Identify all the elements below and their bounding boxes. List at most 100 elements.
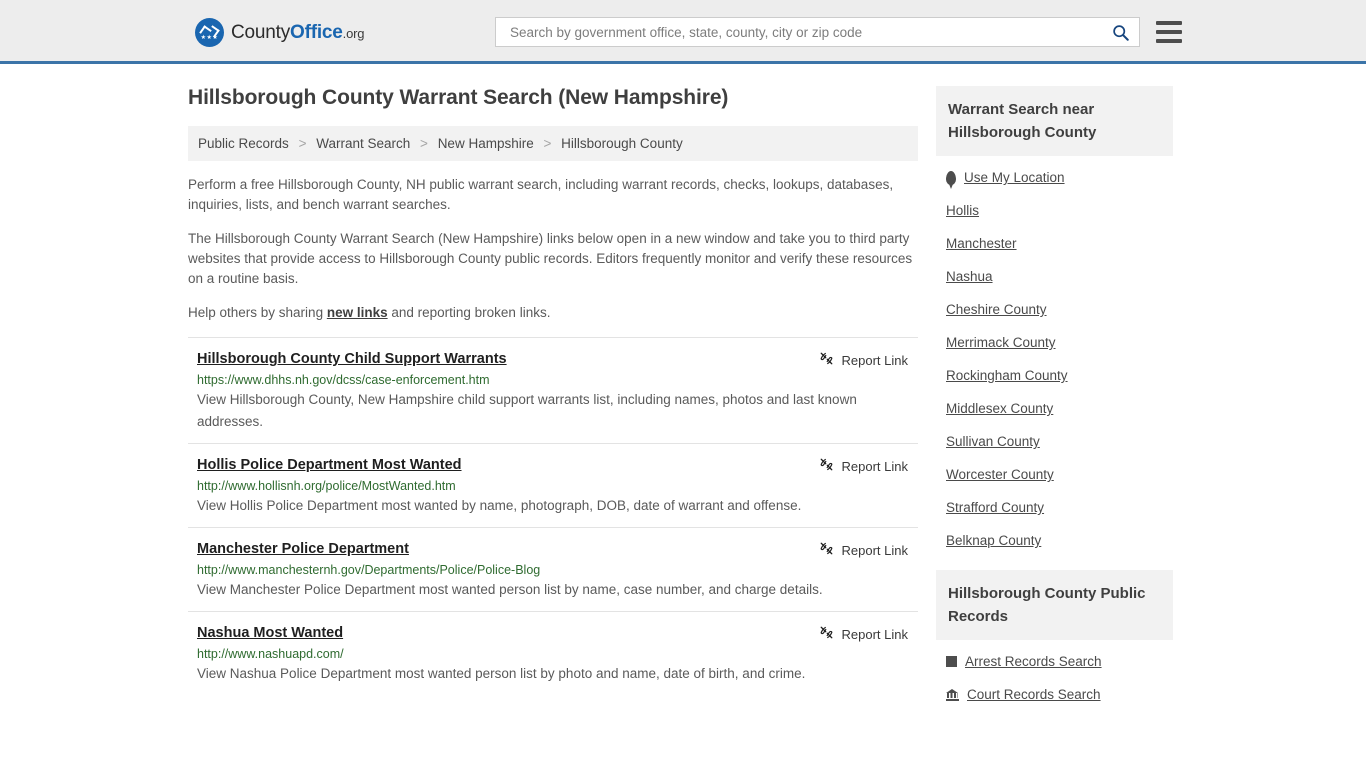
sidebar-nearby-item[interactable]: Nashua: [946, 269, 1173, 284]
result-header: Hollis Police Department Most Wanted Repo…: [197, 457, 918, 475]
result-title-link[interactable]: Nashua Most Wanted: [197, 625, 343, 641]
sidebar-nearby-item[interactable]: Worcester County: [946, 467, 1173, 482]
sidebar-nearby-item[interactable]: Hollis: [946, 203, 1173, 218]
result-url[interactable]: http://www.nashuapd.com/: [197, 647, 918, 661]
content-container: Hillsborough County Warrant Search (New …: [188, 64, 1178, 724]
sidebar-nearby-item[interactable]: Strafford County: [946, 500, 1173, 515]
breadcrumb-item-2[interactable]: New Hampshire: [438, 136, 534, 151]
sidebar-nearby-item[interactable]: Rockingham County: [946, 368, 1173, 383]
new-links-link[interactable]: new links: [327, 305, 388, 320]
result-description: View Nashua Police Department most wante…: [197, 666, 806, 681]
arrest-records-search-link[interactable]: Arrest Records Search: [965, 654, 1102, 669]
intro-paragraph-1: Perform a free Hillsborough County, NH p…: [188, 177, 894, 212]
sidebar-item-court-records-search[interactable]: Court Records Search: [946, 687, 1173, 702]
main-column: Hillsborough County Warrant Search (New …: [188, 86, 918, 724]
results-list: Hillsborough County Child Support Warran…: [188, 337, 918, 695]
eagle-icon: [201, 26, 218, 35]
intro-3-pre: Help others by sharing: [188, 305, 327, 320]
site-header: ★★★ CountyOffice.org: [0, 0, 1366, 64]
result-header: Manchester Police Department Report Link: [197, 541, 918, 559]
breadcrumb: Public Records > Warrant Search > New Ha…: [188, 126, 918, 161]
page-body: Hillsborough County Warrant Search (New …: [0, 64, 1366, 724]
sidebar-item-arrest-records-search[interactable]: Arrest Records Search: [946, 654, 1173, 669]
sidebar-public-records-title: Hillsborough County Public Records: [936, 570, 1173, 640]
intro-paragraph-3: Help others by sharing new links and rep…: [188, 303, 918, 323]
hamburger-bar: [1156, 21, 1182, 25]
breadcrumb-separator: >: [420, 136, 428, 151]
report-link-label: Report Link: [841, 542, 908, 558]
hamburger-menu-icon[interactable]: [1156, 21, 1182, 43]
sidebar-nearby-items: Hollis Manchester Nashua Cheshire County Mer…: [946, 203, 1173, 548]
sidebar-nearby-item[interactable]: Cheshire County: [946, 302, 1173, 317]
logo-text-org: .org: [342, 25, 365, 41]
result-header: Nashua Most Wanted Report Link: [197, 625, 918, 643]
logo-text: CountyOffice.org: [231, 22, 364, 44]
header-search-area: [495, 17, 1182, 47]
hamburger-bar: [1156, 39, 1182, 43]
breadcrumb-separator: >: [298, 136, 307, 151]
square-icon: [946, 656, 957, 667]
result-header: Hillsborough County Child Support Warran…: [197, 351, 918, 369]
sidebar-nearby-item[interactable]: Merrimack County: [946, 335, 1173, 350]
report-link-button[interactable]: Report Link: [819, 625, 918, 643]
search-input[interactable]: [508, 23, 1109, 41]
result-description: View Hillsborough County, New Hampshire …: [197, 392, 857, 429]
court-records-search-link[interactable]: Court Records Search: [967, 687, 1101, 702]
report-link-button[interactable]: Report Link: [819, 541, 918, 559]
sidebar-nearby-item-link[interactable]: Sullivan County: [946, 434, 1040, 449]
sidebar-nearby-item[interactable]: Belknap County: [946, 533, 1173, 548]
sidebar-nearby-item-link[interactable]: Merrimack County: [946, 335, 1056, 350]
result-item: Hollis Police Department Most Wanted Repo…: [188, 443, 918, 527]
result-title-link[interactable]: Hollis Police Department Most Wanted: [197, 457, 462, 473]
sidebar-public-records-list: Arrest Records Search Court Records Sear…: [936, 640, 1173, 724]
breadcrumb-item-1[interactable]: Warrant Search: [316, 136, 410, 151]
sidebar-nearby-item-link[interactable]: Hollis: [946, 203, 979, 218]
page-title: Hillsborough County Warrant Search (New …: [188, 86, 729, 109]
result-item: Hillsborough County Child Support Warran…: [188, 337, 918, 443]
search-icon[interactable]: [1109, 21, 1131, 43]
report-link-label: Report Link: [841, 458, 908, 474]
result-url[interactable]: http://www.hollisnh.org/police/MostWante…: [197, 479, 918, 493]
broken-link-icon: [819, 541, 834, 559]
breadcrumb-item-3[interactable]: Hillsborough County: [561, 136, 683, 151]
broken-link-icon: [819, 625, 834, 643]
sidebar-nearby-item[interactable]: Sullivan County: [946, 434, 1173, 449]
result-title-link[interactable]: Manchester Police Department: [197, 541, 409, 557]
logo-text-county: County: [231, 21, 291, 43]
sidebar-nearby-item-link[interactable]: Rockingham County: [946, 368, 1068, 383]
sidebar-nearby-item-link[interactable]: Cheshire County: [946, 302, 1047, 317]
map-pin-icon: [946, 170, 956, 189]
report-link-button[interactable]: Report Link: [819, 351, 918, 369]
sidebar-nearby-item-link[interactable]: Worcester County: [946, 467, 1054, 482]
result-title-link[interactable]: Hillsborough County Child Support Warran…: [197, 351, 507, 367]
result-description: View Manchester Police Department most w…: [197, 582, 823, 597]
county-office-emblem-icon: ★★★: [195, 18, 224, 47]
result-item: Manchester Police Department Report Link h…: [188, 527, 918, 611]
broken-link-icon: [819, 351, 834, 369]
logo-text-office: Office: [290, 21, 343, 43]
courthouse-icon: [946, 688, 959, 701]
breadcrumb-item-0[interactable]: Public Records: [198, 136, 289, 151]
use-my-location-link[interactable]: Use My Location: [964, 170, 1065, 185]
result-description: View Hollis Police Department most wante…: [197, 498, 802, 513]
intro-paragraph-2: The Hillsborough County Warrant Search (…: [188, 231, 913, 286]
sidebar-item-use-my-location[interactable]: Use My Location: [946, 170, 1173, 189]
search-box[interactable]: [495, 17, 1140, 47]
report-link-label: Report Link: [841, 626, 908, 642]
intro-3-post: and reporting broken links.: [387, 305, 551, 320]
sidebar-nearby-item[interactable]: Manchester: [946, 236, 1173, 251]
sidebar-nearby-item-link[interactable]: Manchester: [946, 236, 1017, 251]
result-url[interactable]: http://www.manchesternh.gov/Departments/…: [197, 563, 918, 577]
sidebar-nearby-title: Warrant Search near Hillsborough County: [936, 86, 1173, 156]
site-logo[interactable]: ★★★ CountyOffice.org: [195, 18, 364, 47]
sidebar: Warrant Search near Hillsborough County …: [936, 86, 1173, 724]
sidebar-nearby-item-link[interactable]: Nashua: [946, 269, 993, 284]
breadcrumb-separator: >: [543, 136, 552, 151]
sidebar-nearby-item-link[interactable]: Middlesex County: [946, 401, 1053, 416]
sidebar-nearby-item-link[interactable]: Strafford County: [946, 500, 1044, 515]
sidebar-nearby-list: Use My Location Hollis Manchester Nashua Ch…: [936, 156, 1173, 570]
sidebar-nearby-item[interactable]: Middlesex County: [946, 401, 1173, 416]
sidebar-nearby-item-link[interactable]: Belknap County: [946, 533, 1041, 548]
report-link-button[interactable]: Report Link: [819, 457, 918, 475]
result-url[interactable]: https://www.dhhs.nh.gov/dcss/case-enforc…: [197, 373, 918, 387]
